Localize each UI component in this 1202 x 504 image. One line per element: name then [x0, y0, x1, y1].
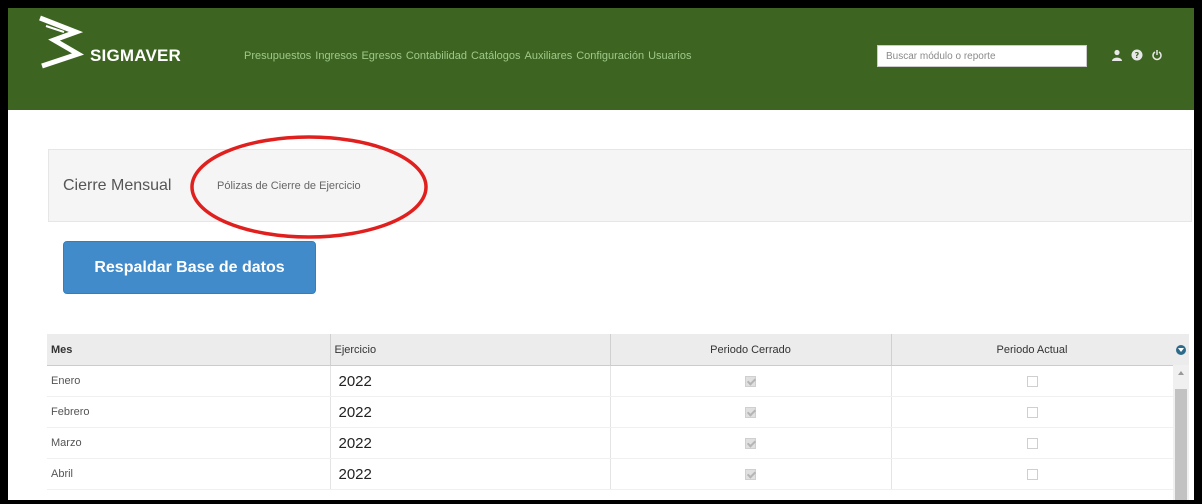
- cell-periodo-cerrado: [610, 458, 892, 490]
- menu-item-egresos[interactable]: Egresos: [361, 50, 401, 62]
- menu-item-ingresos[interactable]: Ingresos: [315, 50, 357, 62]
- checkbox-periodo-actual[interactable]: [1026, 437, 1038, 449]
- breadcrumb-item-cierre-mensual[interactable]: Cierre Mensual: [63, 177, 171, 195]
- top-navbar: SIGMAVER Presupuestos Ingresos Egresos C…: [8, 8, 1194, 110]
- table-row[interactable]: Febrero 2022: [47, 396, 1174, 428]
- cell-periodo-actual: [891, 365, 1174, 397]
- cell-periodo-actual: [891, 458, 1174, 490]
- checkbox-periodo-actual[interactable]: [1026, 406, 1038, 418]
- cell-ejercicio: 2022: [330, 396, 611, 428]
- table-header-row: Mes Ejercicio Periodo Cerrado Periodo Ac…: [47, 334, 1174, 366]
- cell-periodo-cerrado: [610, 427, 892, 459]
- checkbox-periodo-cerrado[interactable]: [745, 437, 756, 449]
- scroll-up-arrow-icon[interactable]: [1178, 371, 1184, 375]
- svg-text:?: ?: [1135, 51, 1140, 60]
- table-row[interactable]: Enero 2022: [47, 365, 1174, 397]
- column-menu-button[interactable]: [1173, 334, 1189, 365]
- breadcrumb: Cierre Mensual Pólizas de Cierre de Ejer…: [48, 149, 1192, 222]
- user-icon[interactable]: [1110, 48, 1124, 62]
- cell-mes: Marzo: [47, 427, 331, 459]
- help-icon[interactable]: ?: [1130, 48, 1144, 62]
- menu-item-auxiliares[interactable]: Auxiliares: [525, 50, 573, 62]
- months-grid: Mes Ejercicio Periodo Cerrado Periodo Ac…: [47, 334, 1189, 500]
- menu-item-usuarios[interactable]: Usuarios: [648, 50, 691, 62]
- checkbox-periodo-cerrado[interactable]: [745, 406, 756, 418]
- logout-icon[interactable]: [1150, 48, 1164, 62]
- column-header-periodo-actual[interactable]: Periodo Actual: [891, 334, 1174, 366]
- cell-periodo-actual: [891, 396, 1174, 428]
- sigmaver-logo: [39, 15, 85, 69]
- cell-periodo-cerrado: [610, 396, 892, 428]
- column-header-periodo-cerrado[interactable]: Periodo Cerrado: [610, 334, 892, 366]
- cell-ejercicio: 2022: [330, 427, 611, 459]
- column-header-mes[interactable]: Mes: [47, 334, 331, 366]
- search-input[interactable]: [877, 45, 1087, 67]
- cell-periodo-actual: [891, 427, 1174, 459]
- cell-mes: Febrero: [47, 396, 331, 428]
- main-menu: Presupuestos Ingresos Egresos Contabilid…: [244, 50, 692, 62]
- breadcrumb-item-polizas-cierre[interactable]: Pólizas de Cierre de Ejercicio: [217, 180, 361, 192]
- checkbox-periodo-cerrado[interactable]: [745, 468, 756, 480]
- menu-item-contabilidad[interactable]: Contabilidad: [406, 50, 467, 62]
- checkbox-periodo-cerrado[interactable]: [745, 375, 756, 387]
- nav-icon-group: ?: [1110, 48, 1164, 62]
- cell-mes: Abril: [47, 458, 331, 490]
- brand-name: SIGMAVER: [90, 46, 182, 65]
- scrollbar-thumb[interactable]: [1175, 389, 1187, 500]
- checkbox-periodo-actual[interactable]: [1026, 468, 1038, 480]
- column-header-ejercicio[interactable]: Ejercicio: [330, 334, 611, 366]
- cell-periodo-cerrado: [610, 365, 892, 397]
- menu-item-configuracion[interactable]: Configuración: [576, 50, 644, 62]
- cell-ejercicio: 2022: [330, 458, 611, 490]
- app-window: SIGMAVER Presupuestos Ingresos Egresos C…: [8, 8, 1194, 500]
- table-row[interactable]: Abril 2022: [47, 458, 1174, 490]
- table-row[interactable]: Marzo 2022: [47, 427, 1174, 459]
- months-table: Mes Ejercicio Periodo Cerrado Periodo Ac…: [47, 334, 1174, 490]
- checkbox-periodo-actual[interactable]: [1026, 375, 1038, 387]
- menu-item-catalogos[interactable]: Catálogos: [471, 50, 521, 62]
- chevron-down-icon: [1176, 344, 1186, 355]
- cell-mes: Enero: [47, 365, 331, 397]
- menu-item-presupuestos[interactable]: Presupuestos: [244, 50, 311, 62]
- cell-ejercicio: 2022: [330, 365, 611, 397]
- table-scrollbar[interactable]: [1173, 365, 1189, 500]
- backup-database-button[interactable]: Respaldar Base de datos: [63, 241, 316, 294]
